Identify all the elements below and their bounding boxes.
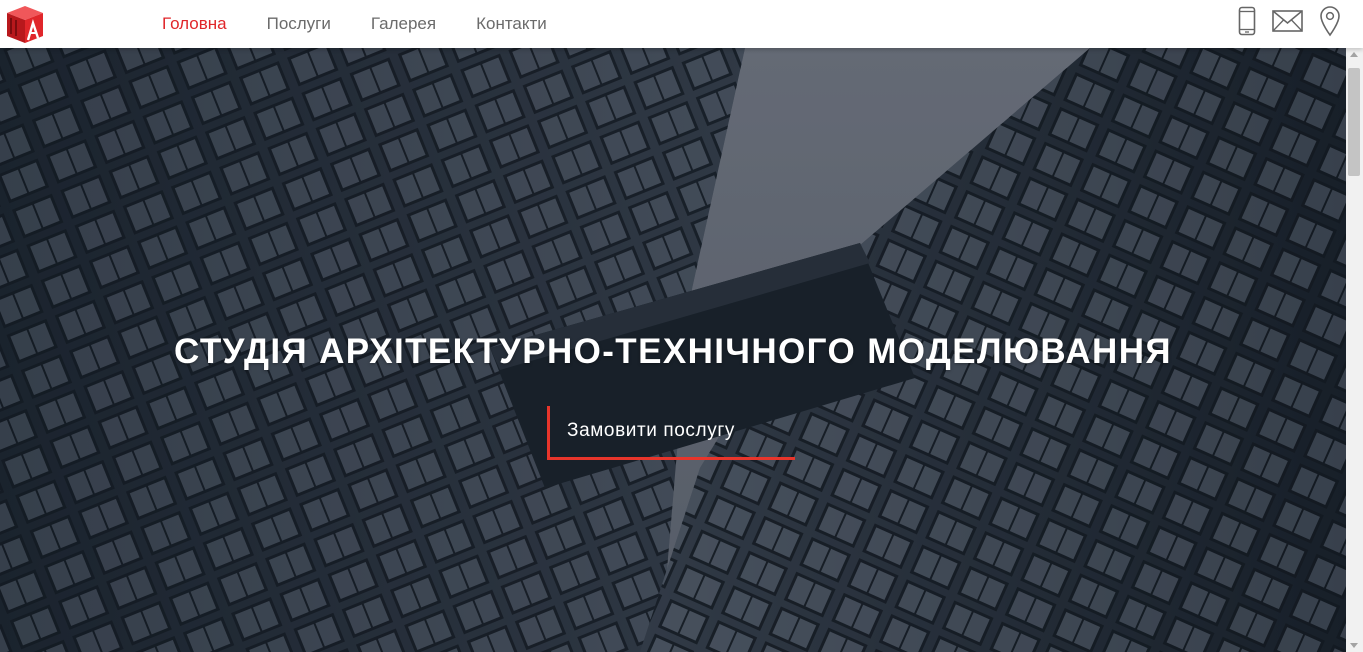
page: Головна Послуги Галерея Контакти СТУДІЯ … <box>0 0 1363 652</box>
scroll-up-arrow-icon[interactable] <box>1350 52 1358 57</box>
phone-icon[interactable] <box>1238 6 1256 36</box>
order-service-button[interactable]: Замовити послугу <box>547 406 795 460</box>
studio-logo-icon <box>7 6 43 43</box>
location-pin-icon[interactable] <box>1319 5 1341 37</box>
hero-section: СТУДІЯ АРХІТЕКТУРНО-ТЕХНІЧНОГО МОДЕЛЮВАН… <box>0 48 1346 652</box>
scroll-thumb[interactable] <box>1348 68 1360 176</box>
main-nav: Головна Послуги Галерея Контакти <box>162 0 587 48</box>
nav-item-contacts[interactable]: Контакти <box>476 14 547 34</box>
nav-item-gallery[interactable]: Галерея <box>371 14 436 34</box>
mail-icon[interactable] <box>1272 10 1303 32</box>
hero-title: СТУДІЯ АРХІТЕКТУРНО-ТЕХНІЧНОГО МОДЕЛЮВАН… <box>174 332 1172 371</box>
vertical-scrollbar[interactable] <box>1346 48 1363 652</box>
logo[interactable] <box>6 4 44 44</box>
cta-border-left <box>547 406 550 460</box>
nav-item-services[interactable]: Послуги <box>267 14 331 34</box>
site-header: Головна Послуги Галерея Контакти <box>0 0 1363 48</box>
header-icons <box>1222 5 1341 37</box>
nav-item-home[interactable]: Головна <box>162 14 227 34</box>
cta-border-bottom <box>547 457 795 460</box>
scroll-down-arrow-icon[interactable] <box>1350 643 1358 648</box>
order-service-label: Замовити послугу <box>567 420 735 441</box>
